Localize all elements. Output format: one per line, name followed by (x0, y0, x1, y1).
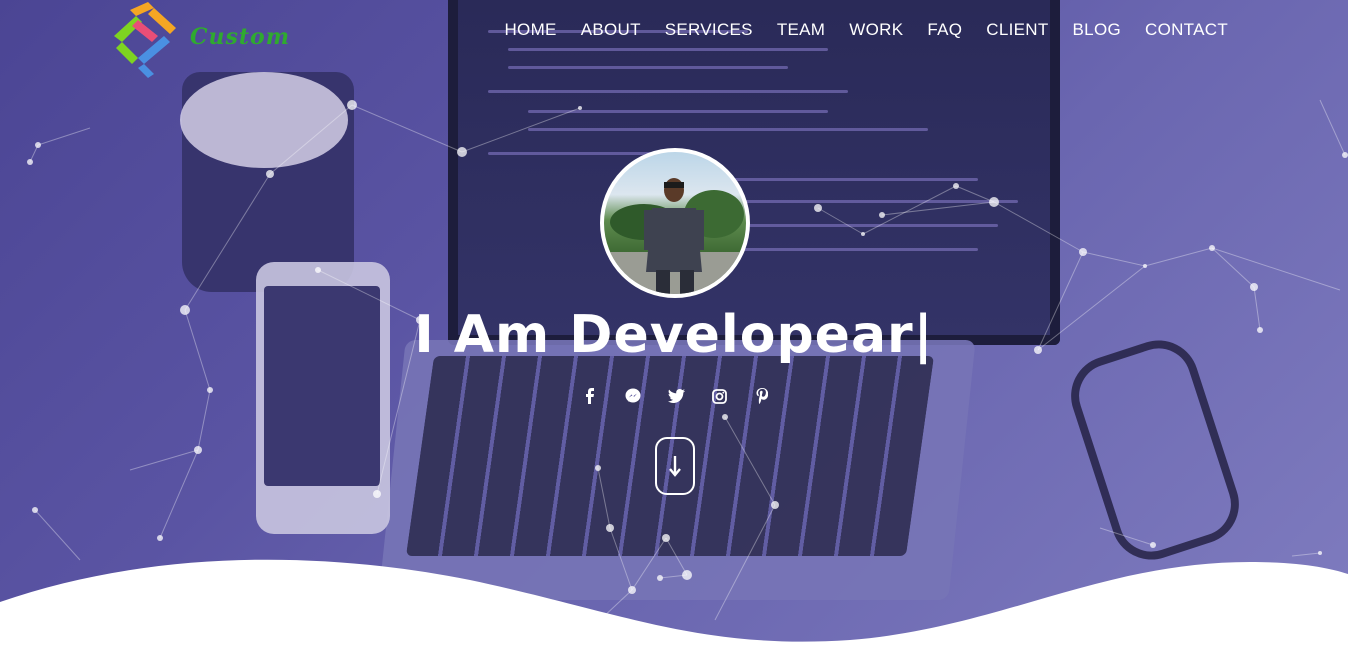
bottom-wave (0, 559, 1348, 654)
nav-home[interactable]: HOME (492, 19, 568, 41)
hero-headline: I Am Developear| (414, 305, 934, 365)
brand-logo[interactable]: Custom (110, 0, 290, 78)
messenger-icon[interactable] (621, 384, 645, 408)
nav-blog[interactable]: BLOG (1061, 19, 1133, 41)
main-nav: HOME ABOUT SERVICES TEAM WORK FAQ CLIENT… (492, 19, 1240, 41)
nav-client[interactable]: CLIENT (974, 19, 1060, 41)
instagram-icon[interactable] (707, 384, 731, 408)
nav-contact[interactable]: CONTACT (1133, 19, 1240, 41)
scroll-down-button[interactable] (655, 437, 695, 495)
profile-avatar (600, 148, 750, 298)
nav-team[interactable]: TEAM (765, 19, 837, 41)
facebook-icon[interactable] (578, 384, 602, 408)
nav-work[interactable]: WORK (837, 19, 915, 41)
nav-about[interactable]: ABOUT (569, 19, 653, 41)
nav-services[interactable]: SERVICES (653, 19, 765, 41)
social-links (578, 384, 774, 408)
pinterest-icon[interactable] (750, 384, 774, 408)
nav-faq[interactable]: FAQ (915, 19, 974, 41)
twitter-icon[interactable] (664, 384, 688, 408)
arrow-down-icon (669, 456, 681, 477)
brand-name: Custom (190, 24, 291, 50)
logo-mark-icon (114, 2, 176, 78)
